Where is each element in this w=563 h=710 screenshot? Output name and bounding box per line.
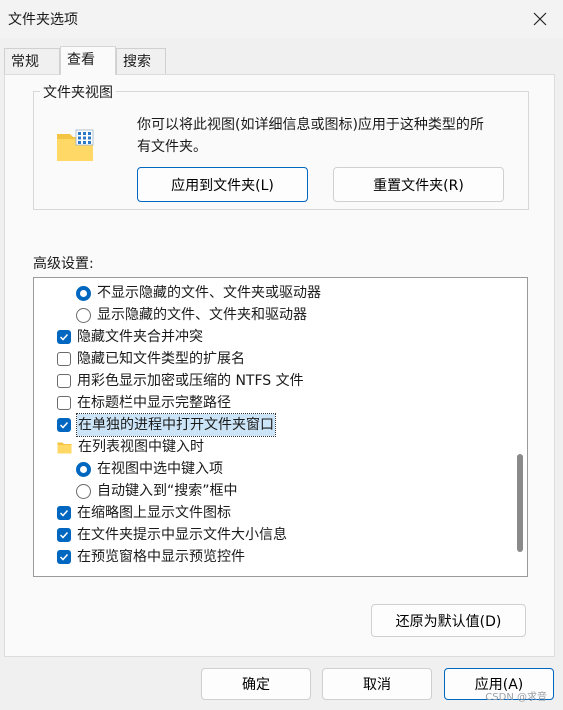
list-item[interactable]: 在预览窗格中显示预览控件: [57, 546, 245, 568]
folder-icon: [57, 442, 72, 453]
list-item-label: 在列表视图中键入时: [78, 439, 204, 455]
list-group-header: 在列表视图中键入时: [57, 436, 204, 458]
list-scrollbar[interactable]: [513, 278, 527, 576]
description-line-1: 你可以将此视图(如详细信息或图标)应用于这种类型的所: [137, 117, 484, 133]
list-item-label: 不显示隐藏的文件、文件夹或驱动器: [97, 285, 321, 301]
checkbox-empty-icon: [57, 352, 71, 366]
ok-button[interactable]: 确定: [201, 668, 311, 700]
checkbox-empty-icon: [57, 396, 71, 410]
list-item-label: 显示隐藏的文件、文件夹和驱动器: [97, 307, 307, 323]
tab-search[interactable]: 搜索: [116, 48, 166, 74]
radio-empty-icon: [76, 483, 91, 499]
reset-folders-button[interactable]: 重置文件夹(R): [333, 167, 504, 202]
list-item[interactable]: 在视图中选中键入项: [76, 458, 223, 480]
folder-views-description: 你可以将此视图(如详细信息或图标)应用于这种类型的所 有文件夹。: [137, 114, 517, 158]
list-item-label: 隐藏文件夹合并冲突: [77, 329, 203, 345]
folder-views-title: 文件夹视图: [40, 82, 116, 102]
advanced-settings-list[interactable]: 不显示隐藏的文件、文件夹或驱动器 显示隐藏的文件、文件夹和驱动器 隐藏文件夹合并…: [33, 277, 528, 577]
list-item[interactable]: 隐藏文件夹合并冲突: [57, 326, 203, 348]
cancel-button[interactable]: 取消: [322, 668, 432, 700]
radio-selected-icon: [76, 461, 91, 477]
view-tab-panel: 文件夹视图 你可以将此视图(如详细信息或图标)应用于这种类型的所 有文件夹。 应…: [4, 74, 555, 657]
window-title: 文件夹选项: [8, 12, 78, 28]
list-item-label: 在缩略图上显示文件图标: [77, 505, 231, 521]
list-item-label: 自动键入到“搜索”框中: [97, 483, 238, 499]
watermark: CSDN @求音: [485, 692, 547, 703]
scrollbar-thumb[interactable]: [517, 454, 523, 552]
checkbox-checked-icon: [57, 506, 71, 520]
list-item-label: 用彩色显示加密或压缩的 NTFS 文件: [77, 373, 304, 389]
list-item[interactable]: 显示隐藏的文件、文件夹和驱动器: [76, 304, 307, 326]
tab-general[interactable]: 常规: [4, 48, 60, 74]
apply-to-folders-button[interactable]: 应用到文件夹(L): [137, 167, 308, 202]
list-item[interactable]: 在缩略图上显示文件图标: [57, 502, 231, 524]
list-item-label: 在视图中选中键入项: [97, 461, 223, 477]
list-item-label: 在单独的进程中打开文件夹窗口: [76, 413, 276, 437]
advanced-settings-label: 高级设置:: [33, 256, 94, 272]
checkbox-checked-icon: [57, 418, 71, 432]
folder-views-group: 文件夹视图 你可以将此视图(如详细信息或图标)应用于这种类型的所 有文件夹。 应…: [33, 82, 529, 210]
radio-selected-icon: [76, 285, 91, 301]
list-item[interactable]: 用彩色显示加密或压缩的 NTFS 文件: [57, 370, 304, 392]
list-item[interactable]: 不显示隐藏的文件、文件夹或驱动器: [76, 282, 321, 304]
description-line-2: 有文件夹。: [137, 139, 207, 155]
list-item-label: 在标题栏中显示完整路径: [77, 395, 231, 411]
radio-empty-icon: [76, 307, 91, 323]
checkbox-checked-icon: [57, 528, 71, 542]
close-button[interactable]: [527, 6, 553, 32]
restore-defaults-button[interactable]: 还原为默认值(D): [371, 604, 526, 637]
tab-view[interactable]: 查看: [60, 46, 116, 75]
checkbox-empty-icon: [57, 374, 71, 388]
list-item-label: 在预览窗格中显示预览控件: [77, 549, 245, 565]
title-bar: 文件夹选项: [0, 0, 563, 38]
close-icon: [533, 12, 547, 26]
checkbox-checked-icon: [57, 330, 71, 344]
checkbox-checked-icon: [57, 550, 71, 564]
folder-view-icon: [57, 129, 94, 161]
list-item-selected[interactable]: 在单独的进程中打开文件夹窗口: [57, 413, 276, 437]
list-item-label: 在文件夹提示中显示文件大小信息: [77, 527, 287, 543]
list-item[interactable]: 自动键入到“搜索”框中: [76, 480, 238, 502]
list-item[interactable]: 在标题栏中显示完整路径: [57, 392, 231, 414]
list-item-label: 隐藏已知文件类型的扩展名: [77, 351, 245, 367]
list-item[interactable]: 隐藏已知文件类型的扩展名: [57, 348, 245, 370]
list-item[interactable]: 在文件夹提示中显示文件大小信息: [57, 524, 287, 546]
